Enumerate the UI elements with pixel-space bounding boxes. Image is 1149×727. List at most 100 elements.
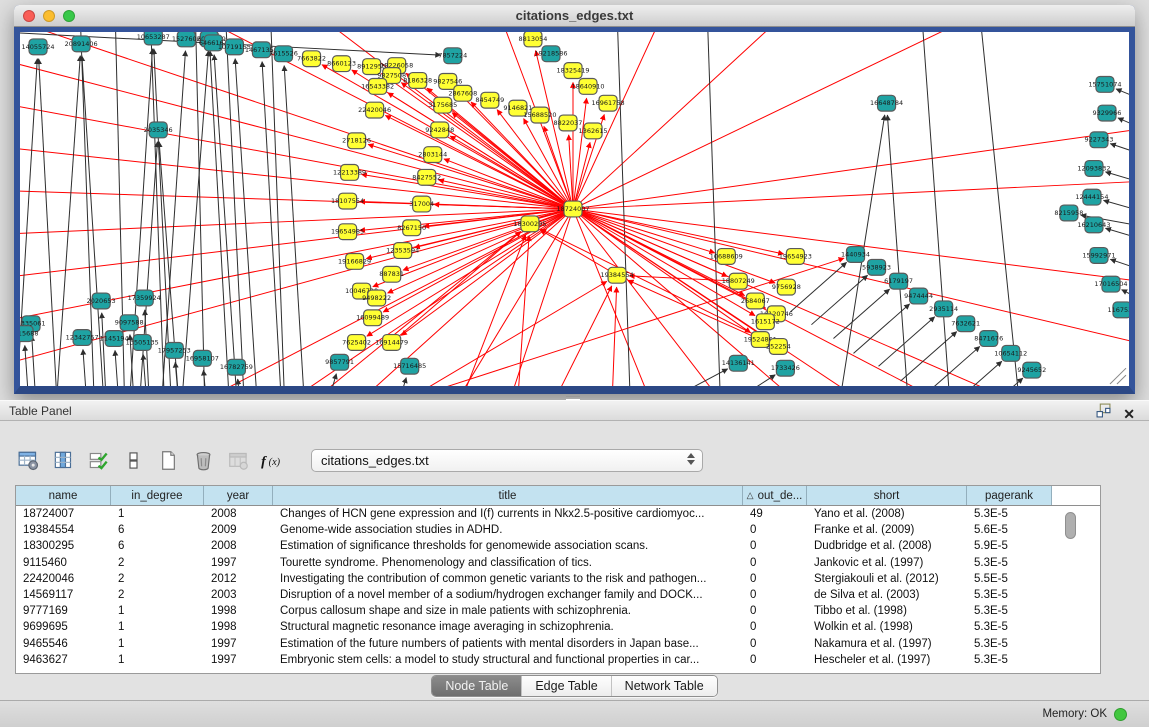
column-header-in_degree[interactable]: in_degree [111,486,204,505]
graph-node[interactable]: 8454749 [475,92,504,108]
network-canvas[interactable]: 1405572420891406160338097857224106532871… [20,32,1129,386]
graph-edge [946,361,1002,386]
graph-node[interactable]: 12213389 [333,165,366,181]
graph-node[interactable]: 9245652 [1017,362,1046,378]
graph-node[interactable]: 7632621 [951,316,980,332]
graph-node[interactable]: 7625402 [342,335,371,351]
graph-node[interactable]: 7857224 [438,48,467,64]
table-row[interactable]: 946554611997Estimation of the future num… [16,636,1100,652]
table-row[interactable]: 1872400712008Changes of HCN gene express… [16,506,1100,522]
row-selection-check-icon[interactable] [85,448,111,472]
graph-node[interactable]: 19166829 [338,253,371,269]
graph-node[interactable]: 1145194 [100,331,129,347]
minimize-window-button[interactable] [43,10,55,22]
graph-node[interactable]: 9474444 [904,288,933,304]
tab-node-table[interactable]: Node Table [432,676,521,696]
table-row[interactable]: 1456911722003Disruption of a novel membe… [16,587,1100,603]
vertical-scrollbar-thumb[interactable] [1065,512,1076,539]
graph-node[interactable]: 18107554 [331,193,364,209]
table-selector[interactable]: citations_edges.txt [311,449,703,472]
table-row[interactable]: 977716911998Corpus callosum shape and si… [16,603,1100,619]
graph-node[interactable]: 8813054 [518,32,547,47]
graph-node[interactable]: 19654923 [779,249,812,265]
graph-node[interactable]: 9329966 [1092,105,1121,121]
new-column-icon[interactable] [155,448,181,472]
graph-node[interactable]: 16914479 [375,335,408,351]
graph-node[interactable]: 10653287 [137,32,170,45]
column-header-short[interactable]: short [807,486,967,505]
graph-node[interactable]: 9857791 [325,354,354,370]
graph-node[interactable]: 2718126 [342,133,371,149]
graph-node[interactable]: 19218586 [534,46,567,62]
column-header-pagerank[interactable]: pagerank [967,486,1052,505]
window-titlebar[interactable]: citations_edges.txt [14,5,1135,27]
graph-node[interactable]: 8267150 [397,220,426,236]
svg-text:7663822: 7663822 [297,55,326,63]
graph-node[interactable]: 9227343 [1084,132,1113,148]
graph-node[interactable]: 2035346 [144,122,173,138]
function-builder-icon[interactable]: f(x) [260,448,286,472]
table-row[interactable]: 911546021997Tourette syndrome. Phenomeno… [16,555,1100,571]
svg-text:2718126: 2718126 [342,137,371,145]
graph-node[interactable]: 7663822 [297,51,326,67]
table-row[interactable]: 969969511998Structural magnetic resonanc… [16,619,1100,635]
graph-node[interactable]: 2935114 [929,301,958,317]
graph-node[interactable]: 5938923 [862,259,891,275]
graph-node[interactable]: 10688609 [710,249,743,265]
graph-node[interactable]: 15716485 [393,358,426,374]
graph-node[interactable]: 8660123 [327,56,356,72]
graph-node[interactable]: 9756928 [772,279,801,295]
resize-grip-icon[interactable] [1110,368,1126,384]
graph-node[interactable]: 15992971 [1082,248,1115,264]
column-header-name[interactable]: name [16,486,111,505]
graph-node[interactable]: 17359924 [128,290,161,306]
close-panel-icon[interactable]: ✕ [1123,406,1135,422]
table-disabled-icon[interactable] [225,448,251,472]
table-cell-name: 14569117 [16,587,111,603]
graph-node[interactable]: 8471676 [974,331,1003,347]
graph-node[interactable]: 9097588 [115,315,144,331]
close-window-button[interactable] [23,10,35,22]
graph-node[interactable]: 16648784 [870,95,903,111]
graph-node[interactable]: 6179197 [884,273,913,289]
row-height-icon[interactable] [120,448,146,472]
float-panel-icon[interactable] [1096,403,1111,424]
graph-node[interactable]: 1167533 [1108,302,1129,318]
panel-splitter[interactable] [566,396,580,400]
graph-node[interactable]: 1733426 [771,360,800,376]
graph-node[interactable]: 12342757 [66,330,99,346]
graph-node[interactable]: 16782759 [220,359,253,375]
graph-node[interactable]: 8215958 [1054,205,1083,221]
column-header-out_degree[interactable]: △out_de... [743,486,807,505]
table-header-row: namein_degreeyeartitle△out_de...shortpag… [16,486,1100,506]
graph-node[interactable]: 2684067 [741,293,770,309]
graph-node[interactable]: 2803144 [418,147,447,163]
graph-node[interactable]: 14055724 [21,39,54,55]
graph-node[interactable]: 1440934 [841,247,870,263]
graph-node[interactable]: 887831 [379,266,404,282]
graph-node[interactable]: 14136141 [722,355,755,371]
graph-node[interactable]: 252254 [766,339,791,355]
table-row[interactable]: 2242004622012Investigating the contribut… [16,571,1100,587]
graph-node[interactable]: 12444154 [1075,189,1108,205]
zoom-window-button[interactable] [63,10,75,22]
vertical-scrollbar[interactable] [1065,512,1076,670]
table-settings-icon[interactable] [15,448,41,472]
table-row[interactable]: 946362711997Embryonic stem cells: a mode… [16,652,1100,668]
graph-node[interactable]: 20891406 [65,36,98,52]
graph-node[interactable]: 10654112 [994,345,1027,361]
graph-node[interactable]: 16099489 [356,310,389,326]
graph-node[interactable]: 317004 [409,196,434,212]
tab-edge-table[interactable]: Edge Table [521,676,610,696]
graph-node[interactable]: 12093832 [1077,161,1110,177]
graph-node[interactable]: 18640910 [571,78,604,94]
column-header-title[interactable]: title [273,486,743,505]
graph-node[interactable]: 18325419 [556,63,589,79]
column-visibility-icon[interactable] [50,448,76,472]
table-row[interactable]: 1938455462009Genome-wide association stu… [16,522,1100,538]
graph-node[interactable]: 15751074 [1088,76,1121,92]
delete-column-icon[interactable] [190,448,216,472]
tab-network-table[interactable]: Network Table [611,676,717,696]
column-header-year[interactable]: year [204,486,273,505]
table-row[interactable]: 1830029562008Estimation of significance … [16,538,1100,554]
